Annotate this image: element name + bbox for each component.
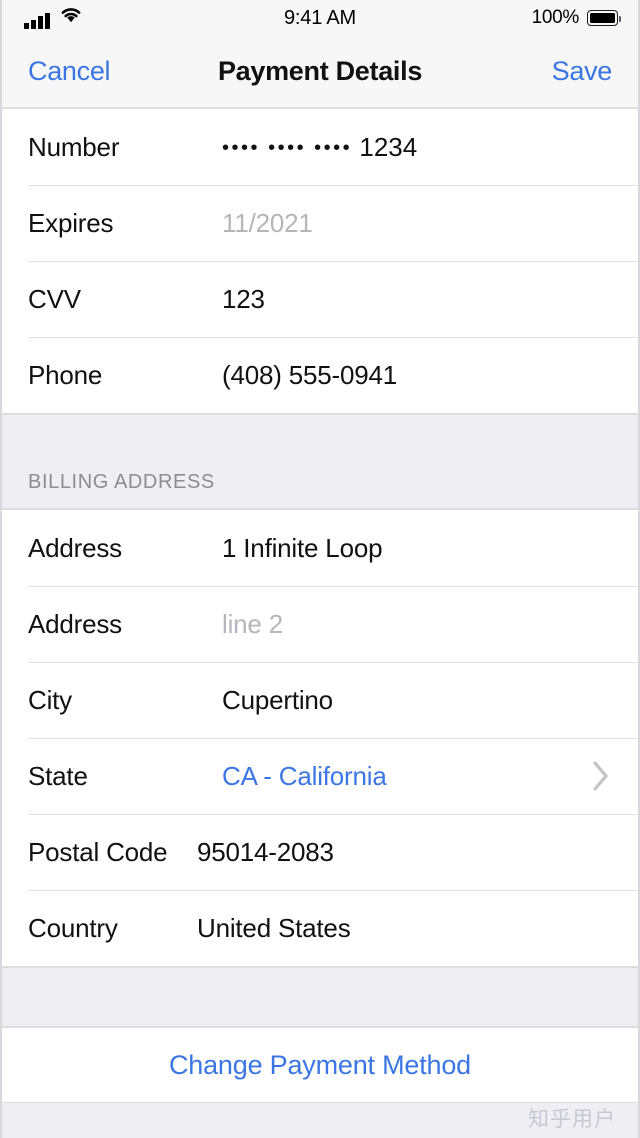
- row-address-line1[interactable]: Address 1 Infinite Loop: [2, 510, 638, 586]
- chevron-right-icon[interactable]: [590, 759, 620, 793]
- row-label-city: City: [28, 684, 72, 715]
- section-spacer: [2, 967, 638, 1027]
- postal-code-input[interactable]: 95014-2083: [197, 837, 620, 868]
- card-details-section: Number •••• •••• •••• 1234 Expires 11/20…: [2, 108, 638, 414]
- save-button[interactable]: Save: [552, 56, 613, 87]
- phone-input[interactable]: (408) 555-0941: [222, 360, 620, 391]
- row-label-number: Number: [28, 131, 120, 162]
- cvv-input[interactable]: 123: [222, 284, 620, 315]
- row-label-postal-code: Postal Code: [28, 836, 168, 867]
- cellular-signal-icon: [24, 11, 50, 29]
- row-label-state: State: [28, 760, 88, 791]
- navigation-bar: Cancel Payment Details Save: [2, 36, 638, 108]
- battery-full-icon: [587, 10, 621, 26]
- row-card-number[interactable]: Number •••• •••• •••• 1234: [2, 109, 638, 185]
- card-number-mask: •••• •••• ••••: [222, 136, 353, 159]
- row-label-expires: Expires: [28, 207, 114, 238]
- row-address-line2[interactable]: Address line 2: [2, 586, 638, 662]
- row-label-address-1: Address: [28, 532, 122, 563]
- status-bar: 9:41 AM 100%: [2, 0, 638, 36]
- row-city[interactable]: City Cupertino: [2, 662, 638, 738]
- cancel-button[interactable]: Cancel: [28, 56, 111, 87]
- row-phone[interactable]: Phone (408) 555-0941: [2, 337, 638, 413]
- phone-screen: 9:41 AM 100% Cancel Payment Details Save…: [0, 0, 640, 1138]
- country-input[interactable]: United States: [197, 913, 620, 944]
- billing-address-header-label: BILLING ADDRESS: [28, 471, 215, 493]
- row-label-address-2: Address: [28, 608, 122, 639]
- card-number-last4: 1234: [359, 131, 418, 162]
- wifi-icon: [59, 5, 83, 28]
- expires-input[interactable]: 11/2021: [222, 208, 620, 239]
- change-payment-method-row[interactable]: Change Payment Method: [2, 1027, 638, 1103]
- row-state[interactable]: State CA - California: [2, 738, 638, 814]
- billing-address-section-header: BILLING ADDRESS: [2, 414, 638, 509]
- city-input[interactable]: Cupertino: [222, 685, 620, 716]
- row-cvv[interactable]: CVV 123: [2, 261, 638, 337]
- address-line1-input[interactable]: 1 Infinite Loop: [222, 533, 620, 564]
- state-value[interactable]: CA - California: [222, 761, 590, 792]
- battery-percent-label: 100%: [531, 7, 580, 28]
- change-payment-method-button[interactable]: Change Payment Method: [163, 1049, 477, 1082]
- row-expires[interactable]: Expires 11/2021: [2, 185, 638, 261]
- status-bar-left: [24, 7, 83, 29]
- status-bar-clock: 9:41 AM: [284, 6, 356, 29]
- bottom-area: 知乎用户: [2, 1103, 638, 1138]
- status-bar-right: 100%: [531, 7, 621, 29]
- row-label-cvv: CVV: [28, 283, 81, 314]
- card-number-value[interactable]: •••• •••• •••• 1234: [222, 132, 620, 163]
- row-label-country: Country: [28, 912, 118, 943]
- billing-address-section: Address 1 Infinite Loop Address line 2 C…: [2, 509, 638, 967]
- row-country[interactable]: Country United States: [2, 890, 638, 966]
- watermark: 知乎用户: [528, 1108, 616, 1131]
- row-postal-code[interactable]: Postal Code 95014-2083: [2, 814, 638, 890]
- row-label-phone: Phone: [28, 359, 103, 390]
- address-line2-input[interactable]: line 2: [222, 609, 620, 640]
